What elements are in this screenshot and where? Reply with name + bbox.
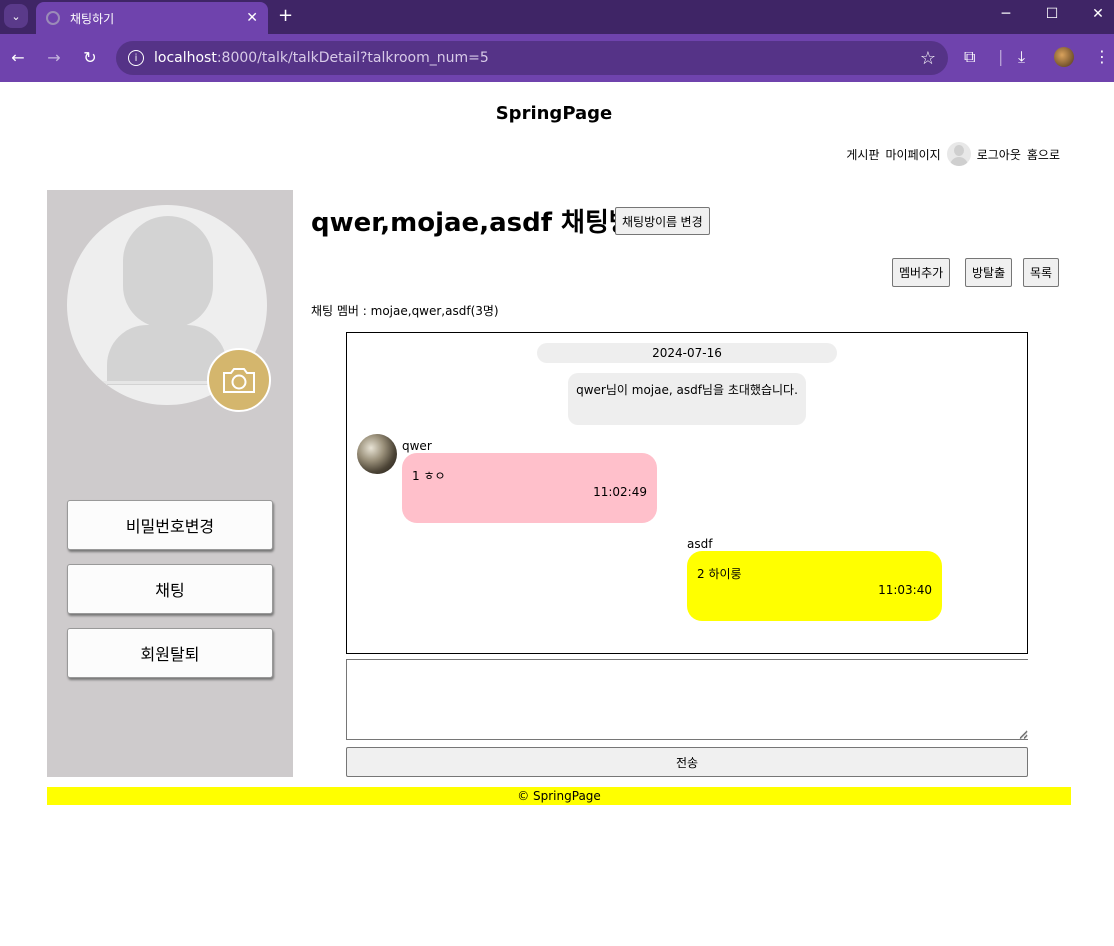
chat-menu-button[interactable]: 채팅: [67, 564, 273, 614]
nav-mypage-link[interactable]: 마이페이지: [886, 146, 941, 163]
minimize-icon[interactable]: ─: [996, 6, 1016, 22]
tab-favicon-icon: [46, 11, 60, 25]
chevron-down-icon: ⌄: [11, 9, 21, 23]
send-button[interactable]: 전송: [346, 747, 1028, 777]
browser-tab-bar: ⌄ 채팅하기 ✕ + ─ ☐ ✕: [0, 0, 1114, 34]
list-button[interactable]: 목록: [1023, 258, 1060, 287]
unread-count: 2: [697, 567, 705, 581]
address-bar[interactable]: i localhost:8000/talk/talkDetail?talkroo…: [116, 41, 948, 75]
tab-title: 채팅하기: [70, 11, 115, 26]
site-title: SpringPage: [495, 103, 613, 124]
nav-home-link[interactable]: 홈으로: [1027, 146, 1060, 163]
message-sender: asdf: [687, 537, 713, 551]
nav-logout-link[interactable]: 로그아웃: [977, 146, 1021, 163]
window-close-icon[interactable]: ✕: [1088, 6, 1108, 22]
user-avatar: [946, 142, 971, 166]
message-time: 11:03:40: [878, 583, 932, 597]
profile-avatar[interactable]: [1054, 47, 1074, 67]
message-text: ㅎㅇ: [423, 469, 446, 483]
leave-room-button[interactable]: 방탈출: [965, 258, 1013, 287]
message-bubble: 2 하이룽 11:03:40: [687, 551, 942, 621]
resize-grip-icon[interactable]: [1019, 731, 1028, 740]
camera-icon: [223, 368, 255, 393]
extensions-icon[interactable]: ⧉: [964, 47, 975, 67]
message-time: 11:02:49: [593, 485, 647, 499]
withdraw-button[interactable]: 회원탈퇴: [67, 628, 273, 678]
new-tab-button[interactable]: +: [278, 5, 293, 26]
url-path: :8000/talk/talkDetail?talkroom_num=5: [216, 50, 489, 66]
browser-toolbar: ← → ↻ i localhost:8000/talk/talkDetail?t…: [0, 34, 1114, 82]
change-password-button[interactable]: 비밀번호변경: [67, 500, 273, 550]
maximize-icon[interactable]: ☐: [1042, 6, 1062, 22]
site-info-icon[interactable]: i: [128, 50, 144, 66]
sender-avatar: [357, 434, 397, 474]
message-bubble: 1 ㅎㅇ 11:02:49: [402, 453, 657, 523]
url-host: localhost: [154, 50, 217, 66]
system-notice: qwer님이 mojae, asdf님을 초대했습니다.: [568, 373, 806, 425]
nav-board-link[interactable]: 게시판: [846, 146, 879, 163]
back-icon[interactable]: ←: [8, 48, 28, 67]
chat-messages-area[interactable]: 2024-07-16 qwer님이 mojae, asdf님을 초대했습니다. …: [346, 332, 1028, 654]
unread-count: 1: [412, 469, 420, 483]
photo-upload-button[interactable]: [207, 348, 271, 412]
footer: © SpringPage: [47, 787, 1071, 805]
chatroom-title: qwer,mojae,asdf 채팅방: [311, 208, 633, 238]
reload-icon[interactable]: ↻: [80, 48, 100, 67]
add-member-button[interactable]: 멤버추가: [892, 258, 951, 287]
rename-room-button[interactable]: 채팅방이름 변경: [615, 207, 710, 235]
bookmark-star-icon[interactable]: ☆: [920, 48, 936, 69]
menu-kebab-icon[interactable]: ⋮: [1094, 47, 1110, 66]
message-sender: qwer: [402, 439, 432, 453]
sidebar: 비밀번호변경 채팅 회원탈퇴: [47, 190, 293, 777]
forward-icon[interactable]: →: [44, 48, 64, 67]
top-navigation: 게시판 마이페이지 로그아웃 홈으로: [840, 142, 1060, 166]
message-text: 하이룽: [708, 567, 742, 581]
tab-close-icon[interactable]: ✕: [246, 10, 258, 26]
toolbar-divider: |: [998, 47, 1004, 66]
tab-search-button[interactable]: ⌄: [4, 4, 28, 28]
message-input[interactable]: [346, 659, 1028, 740]
active-tab[interactable]: 채팅하기 ✕: [36, 2, 268, 34]
download-icon[interactable]: ⤓: [1018, 47, 1025, 67]
date-separator: 2024-07-16: [537, 343, 837, 363]
chat-members: 채팅 멤버 : mojae,qwer,asdf(3명): [311, 304, 499, 318]
